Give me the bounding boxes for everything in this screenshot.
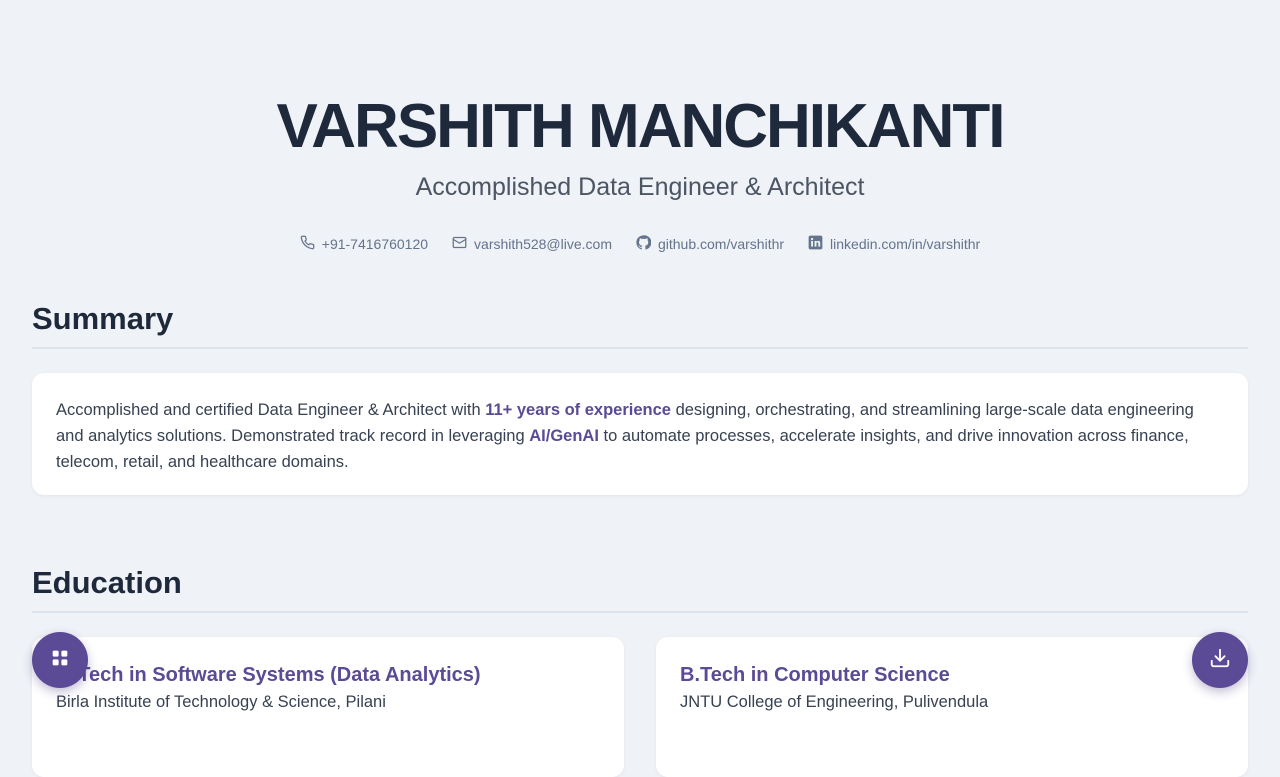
- summary-card: Accomplished and certified Data Engineer…: [32, 373, 1248, 495]
- linkedin-icon: [808, 235, 823, 253]
- education-card: M.Tech in Software Systems (Data Analyti…: [32, 637, 624, 777]
- github-icon: [636, 235, 652, 253]
- candidate-name: VARSHITH MANCHIKANTI: [276, 92, 1006, 161]
- school-name: JNTU College of Engineering, Pulivendula: [680, 693, 989, 711]
- contact-linkedin-text: linkedin.com/in/varshithr: [830, 236, 981, 252]
- education-card: B.Tech in Computer Science JNTU College …: [656, 637, 1248, 777]
- mail-icon: [452, 235, 467, 253]
- summary-section: Summary Accomplished and certified Data …: [32, 299, 1248, 495]
- education-grid: M.Tech in Software Systems (Data Analyti…: [32, 637, 1248, 777]
- menu-button[interactable]: [32, 632, 88, 688]
- education-heading: Education: [32, 563, 1248, 613]
- contact-linkedin[interactable]: linkedin.com/in/varshithr: [808, 235, 980, 253]
- contact-bar: +91-7416760120 varshith528@live.com gith…: [0, 235, 1280, 253]
- school-name: Birla Institute of Technology & Science,…: [56, 693, 386, 711]
- candidate-tagline: Accomplished Data Engineer & Architect: [415, 173, 865, 201]
- grid-menu-icon: [49, 647, 71, 674]
- education-section: Education M.Tech in Software Systems (Da…: [32, 563, 1248, 777]
- contact-phone-text: +91-7416760120: [321, 236, 429, 252]
- download-button[interactable]: [1192, 632, 1248, 688]
- summary-highlight-experience: 11+ years of experience: [485, 401, 671, 419]
- contact-phone[interactable]: +91-7416760120: [300, 235, 428, 253]
- contact-github[interactable]: github.com/varshithr: [636, 235, 784, 253]
- degree-title: B.Tech in Computer Science: [680, 664, 950, 686]
- summary-text-part-1: Accomplished and certified Data Engineer…: [56, 401, 486, 419]
- phone-icon: [300, 235, 315, 253]
- summary-highlight-ai: AI/GenAI: [529, 427, 599, 445]
- contact-email[interactable]: varshith528@live.com: [452, 235, 612, 253]
- download-icon: [1209, 647, 1231, 674]
- degree-title: M.Tech in Software Systems (Data Analyti…: [56, 664, 481, 686]
- contact-github-text: github.com/varshithr: [657, 236, 785, 252]
- resume-header: VARSHITH MANCHIKANTI Accomplished Data E…: [0, 0, 1280, 253]
- contact-email-text: varshith528@live.com: [474, 236, 612, 252]
- summary-heading: Summary: [32, 299, 1248, 349]
